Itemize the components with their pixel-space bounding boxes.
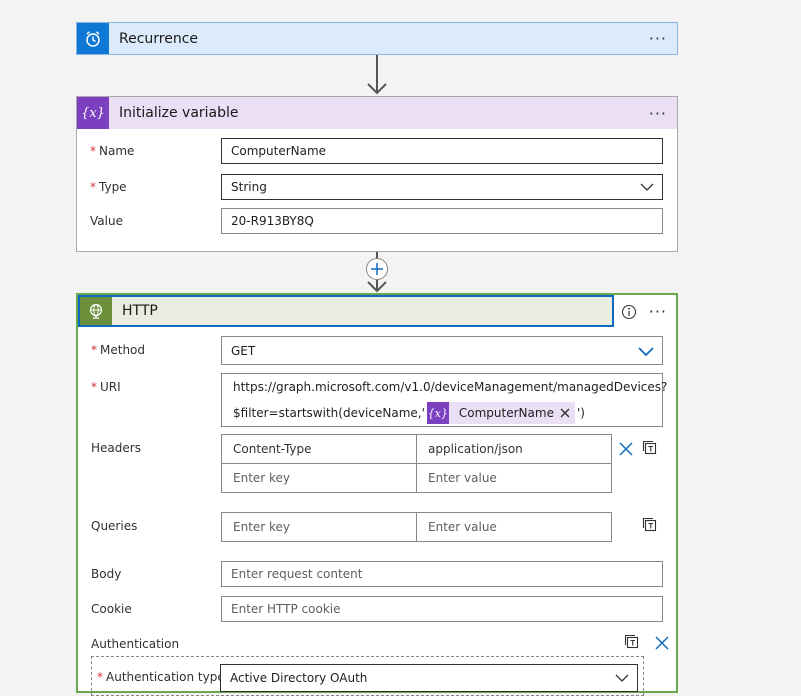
- key-placeholder: Enter key: [233, 471, 291, 485]
- query-value-input[interactable]: Enter value: [416, 512, 612, 542]
- chevron-down-icon: [615, 674, 629, 682]
- body-placeholder: Enter request content: [231, 567, 363, 581]
- uri-text-line2: $filter=startswith(deviceName,' {x} Comp…: [233, 402, 585, 424]
- plus-icon: [371, 263, 383, 275]
- http-title: HTTP: [122, 303, 158, 319]
- method-value: GET: [231, 343, 256, 358]
- header-value-value: application/json: [428, 442, 523, 456]
- uri-input[interactable]: https://graph.microsoft.com/v1.0/deviceM…: [221, 373, 667, 427]
- add-step-button[interactable]: [366, 258, 388, 280]
- header-value-input[interactable]: application/json: [416, 434, 612, 464]
- recurrence-card[interactable]: Recurrence ···: [76, 22, 678, 55]
- authentication-type-label: * Authentication type: [97, 670, 225, 684]
- http-card: HTTP ··· * Method GET * URI https://graph.…: [76, 293, 678, 696]
- authentication-section: * Authentication type Active Directory OA…: [91, 656, 644, 696]
- close-icon[interactable]: [655, 636, 669, 650]
- close-icon[interactable]: [560, 408, 570, 418]
- type-dropdown[interactable]: String: [221, 174, 663, 200]
- header-key-input-empty[interactable]: Enter key: [221, 463, 417, 493]
- key-placeholder: Enter key: [233, 520, 291, 534]
- switch-to-text-mode-icon[interactable]: [642, 517, 658, 533]
- name-value: ComputerName: [231, 144, 327, 158]
- alarm-clock-icon: [77, 23, 109, 54]
- value-value: 20-R913BY8Q: [231, 214, 314, 228]
- authentication-type-value: Active Directory OAuth: [230, 671, 368, 685]
- more-options-button[interactable]: ···: [649, 23, 667, 54]
- chevron-down-icon: [638, 347, 654, 357]
- value-placeholder: Enter value: [428, 520, 497, 534]
- value-label: Value: [90, 214, 123, 228]
- http-header[interactable]: HTTP: [78, 295, 614, 327]
- body-label: Body: [91, 567, 122, 581]
- body-input[interactable]: Enter request content: [221, 561, 663, 587]
- token-label: ComputerName: [458, 406, 554, 420]
- method-label: * Method: [91, 343, 146, 357]
- name-label: * Name: [90, 144, 135, 158]
- uri-suffix-text: '): [576, 406, 585, 420]
- header-key-value: Content-Type: [233, 442, 312, 456]
- close-icon[interactable]: [619, 442, 633, 456]
- switch-to-text-mode-icon[interactable]: [624, 634, 640, 650]
- initialize-variable-header[interactable]: {x} Initialize variable ···: [77, 97, 677, 129]
- method-dropdown[interactable]: GET: [221, 336, 663, 365]
- queries-label: Queries: [91, 519, 138, 533]
- value-placeholder: Enter value: [428, 471, 497, 485]
- more-options-button[interactable]: ···: [649, 97, 667, 129]
- more-options-button[interactable]: ···: [649, 295, 667, 327]
- info-icon[interactable]: [621, 304, 637, 320]
- cookie-label: Cookie: [91, 602, 132, 616]
- headers-label: Headers: [91, 441, 141, 455]
- query-key-input[interactable]: Enter key: [221, 512, 417, 542]
- variable-icon: {x}: [426, 402, 449, 424]
- uri-filter-text: $filter=startswith(deviceName,': [233, 406, 425, 420]
- initialize-variable-title: Initialize variable: [119, 105, 239, 121]
- name-input[interactable]: ComputerName: [221, 138, 663, 164]
- type-value: String: [231, 180, 267, 194]
- header-value-input-empty[interactable]: Enter value: [416, 463, 612, 493]
- variable-icon: {x}: [77, 97, 109, 129]
- cookie-placeholder: Enter HTTP cookie: [231, 602, 341, 616]
- cookie-input[interactable]: Enter HTTP cookie: [221, 596, 663, 622]
- uri-label: * URI: [91, 380, 121, 394]
- type-label: * Type: [90, 180, 127, 194]
- chevron-down-icon: [640, 183, 654, 191]
- computername-token[interactable]: {x} ComputerName: [426, 402, 575, 424]
- switch-to-text-mode-icon[interactable]: [642, 440, 658, 456]
- globe-icon: [80, 297, 112, 325]
- uri-text-line1: https://graph.microsoft.com/v1.0/deviceM…: [233, 380, 668, 394]
- authentication-label: Authentication: [91, 637, 180, 651]
- recurrence-title: Recurrence: [119, 30, 199, 47]
- initialize-variable-card: {x} Initialize variable ··· * Name Comput…: [76, 96, 678, 252]
- header-key-input[interactable]: Content-Type: [221, 434, 417, 464]
- arrow-down-icon: [367, 83, 387, 95]
- arrow-down-icon: [367, 281, 387, 293]
- value-input[interactable]: 20-R913BY8Q: [221, 208, 663, 234]
